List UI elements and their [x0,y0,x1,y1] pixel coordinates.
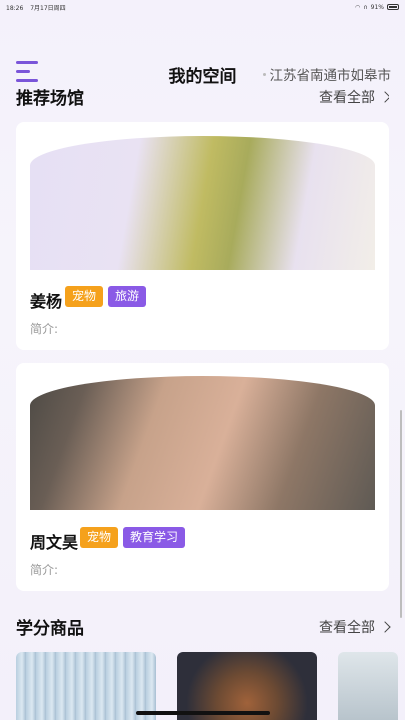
products-see-all-link[interactable]: 查看全部 [319,617,391,637]
status-icons: ◠ ∩ 91% [355,4,399,11]
recommended-section-title: 推荐场馆 [16,89,84,109]
wifi-icon: ◠ [355,3,361,11]
tag-badge: 宠物 [65,286,104,307]
location-text: 江苏省南通市如皋市 [269,68,392,84]
battery-percent: 91% [370,3,384,11]
products-section-header: 学分商品 查看全部 [16,614,391,639]
venue-card[interactable]: 姜杨 宠物 旅游 简介: [16,122,389,350]
venue-name: 周文昊 [30,533,79,552]
chevron-right-icon [379,90,389,103]
recommended-section-header: 推荐场馆 查看全部 [16,87,389,109]
see-all-label: 查看全部 [319,89,375,106]
venue-tags: 宠物 教育学习 [80,527,186,548]
tag-badge: 教育学习 [123,527,186,548]
status-bar: 18:26 7月17日周四 ◠ ∩ 91% [0,0,405,14]
location-selector[interactable]: 江苏省南通市如皋市 [262,64,392,84]
venue-image [30,136,375,270]
product-card[interactable] [16,652,156,720]
venue-intro: 简介: [30,563,59,577]
products-section-title: 学分商品 [16,619,84,639]
venue-intro: 简介: [30,322,59,336]
status-time: 18:26 [6,4,24,12]
venue-tags: 宠物 旅游 [65,286,147,307]
product-card[interactable] [177,652,317,720]
chevron-right-icon [379,620,391,633]
status-date: 7月17日周四 [30,4,66,12]
recommended-see-all-link[interactable]: 查看全部 [319,87,389,107]
venue-image [30,376,375,510]
tag-badge: 旅游 [108,286,147,307]
venue-card[interactable]: 周文昊 宠物 教育学习 简介: [16,363,389,591]
scrollbar[interactable] [400,410,402,618]
headphones-icon: ∩ [363,3,368,11]
venue-name: 姜杨 [30,292,63,311]
battery-icon [387,4,399,10]
product-list [16,652,405,720]
tag-badge: 宠物 [80,527,119,548]
see-all-label: 查看全部 [319,619,375,636]
home-indicator[interactable] [136,711,270,715]
product-card[interactable] [338,652,398,720]
status-time-date: 18:26 7月17日周四 [6,3,355,12]
location-dot-icon [262,72,266,76]
